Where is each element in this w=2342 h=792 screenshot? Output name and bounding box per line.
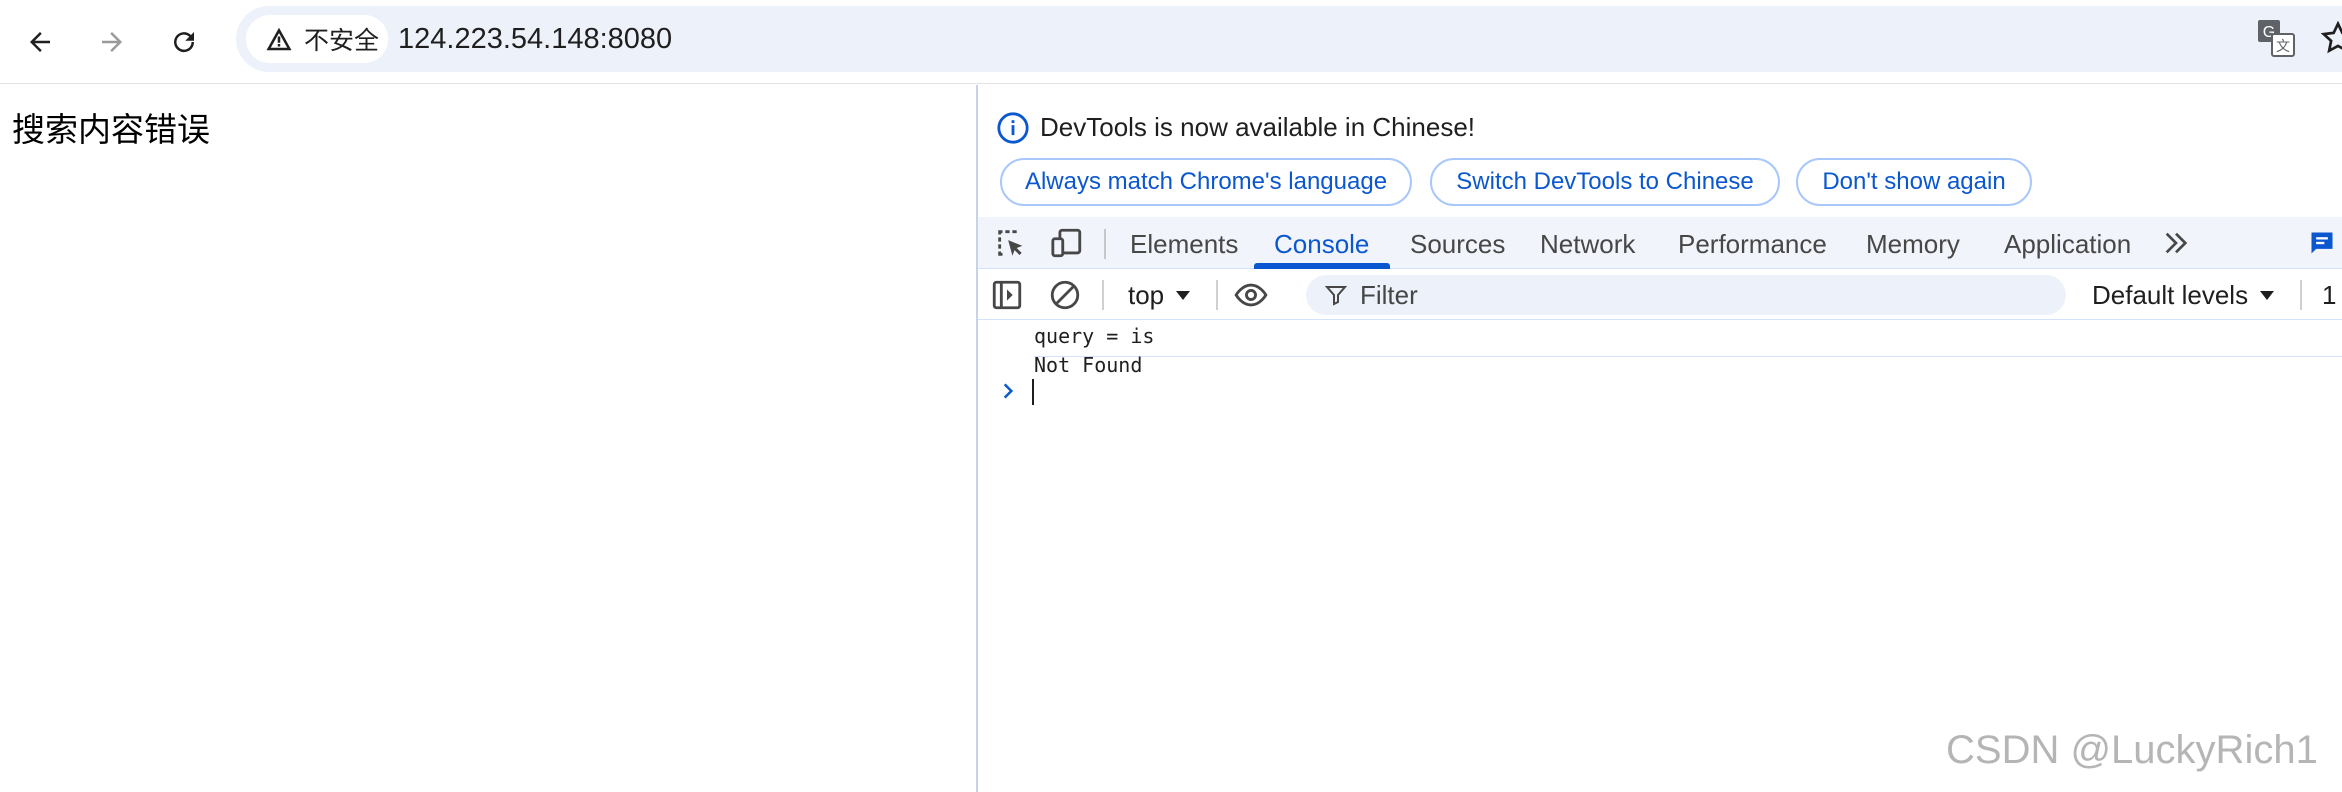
devtools-panel: DevTools is now available in Chinese! Al… <box>976 85 2342 792</box>
star-icon[interactable] <box>2320 20 2342 56</box>
filter-icon <box>1324 286 1348 306</box>
language-infobar: DevTools is now available in Chinese! Al… <box>978 85 2342 215</box>
info-icon <box>997 112 1029 144</box>
clear-console-icon[interactable] <box>1048 278 1082 312</box>
tabbar-separator <box>1104 229 1106 259</box>
url-text[interactable]: 124.223.54.148:8080 <box>398 6 672 72</box>
reload-button[interactable] <box>160 18 208 66</box>
infobar-message: DevTools is now available in Chinese! <box>1040 112 1476 142</box>
console-toolbar: top Default levels 1 <box>978 270 2342 320</box>
page-message: 搜索内容错误 <box>12 111 210 148</box>
log-levels-dropdown[interactable]: Default levels <box>2092 270 2275 320</box>
messages-icon[interactable] <box>2308 229 2336 257</box>
tab-elements[interactable]: Elements <box>1130 217 1238 269</box>
chevron-double-right-icon[interactable] <box>2160 227 2192 259</box>
tab-console[interactable]: Console <box>1274 217 1369 269</box>
chevron-right-icon <box>1003 383 1014 399</box>
forward-button[interactable] <box>88 18 136 66</box>
filter-input[interactable] <box>1360 279 1960 311</box>
always-match-language-button[interactable]: Always match Chrome's language <box>1000 158 1412 206</box>
context-value: top <box>1128 280 1165 310</box>
console-output[interactable]: query = is Not Found <box>978 321 2342 792</box>
issues-count[interactable]: 1 <box>2322 270 2336 320</box>
security-label: 不安全 <box>304 27 380 55</box>
tab-sources[interactable]: Sources <box>1410 217 1505 269</box>
inspect-element-icon[interactable] <box>994 226 1028 260</box>
switch-to-chinese-button[interactable]: Switch DevTools to Chinese <box>1430 158 1780 206</box>
arrow-right-icon <box>102 32 122 52</box>
sidebar-toggle-icon[interactable] <box>990 278 1024 312</box>
arrow-left-icon <box>30 32 50 52</box>
console-message: query = is <box>1034 315 2342 357</box>
tab-network[interactable]: Network <box>1540 217 1635 269</box>
devtools-tabbar: Elements Console Sources Network Perform… <box>978 217 2342 269</box>
security-indicator[interactable]: 不安全 <box>246 15 388 63</box>
browser-toolbar: 不安全 124.223.54.148:8080 G 文 <box>0 0 2342 84</box>
tab-performance[interactable]: Performance <box>1678 217 1827 269</box>
warning-triangle-icon <box>266 27 292 51</box>
context-selector[interactable]: top <box>1128 270 1191 320</box>
address-bar[interactable]: 不安全 124.223.54.148:8080 <box>236 6 2342 72</box>
console-message: Not Found <box>1034 353 1143 377</box>
eye-icon[interactable] <box>1234 278 1268 312</box>
filter-box[interactable] <box>1306 275 2066 315</box>
tab-memory[interactable]: Memory <box>1866 217 1960 269</box>
caret-down-icon <box>2260 290 2275 300</box>
console-input-cursor[interactable] <box>1032 379 1034 405</box>
translate-icon[interactable]: G 文 <box>2256 18 2296 58</box>
log-levels-value: Default levels <box>2092 279 2249 310</box>
toolbar-separator <box>1216 280 1218 310</box>
reload-icon <box>174 32 195 53</box>
active-tab-indicator <box>1254 263 1390 269</box>
svg-text:文: 文 <box>2276 39 2290 55</box>
caret-down-icon <box>1176 290 1191 300</box>
toolbar-separator <box>1102 280 1104 310</box>
dont-show-again-button[interactable]: Don't show again <box>1796 158 2032 206</box>
back-button[interactable] <box>16 18 64 66</box>
tab-application[interactable]: Application <box>2004 217 2131 269</box>
page-content: 搜索内容错误 <box>0 85 976 792</box>
toolbar-separator <box>2300 280 2302 310</box>
watermark: CSDN @LuckyRich1 <box>1946 728 2318 772</box>
device-toolbar-icon[interactable] <box>1050 226 1084 260</box>
